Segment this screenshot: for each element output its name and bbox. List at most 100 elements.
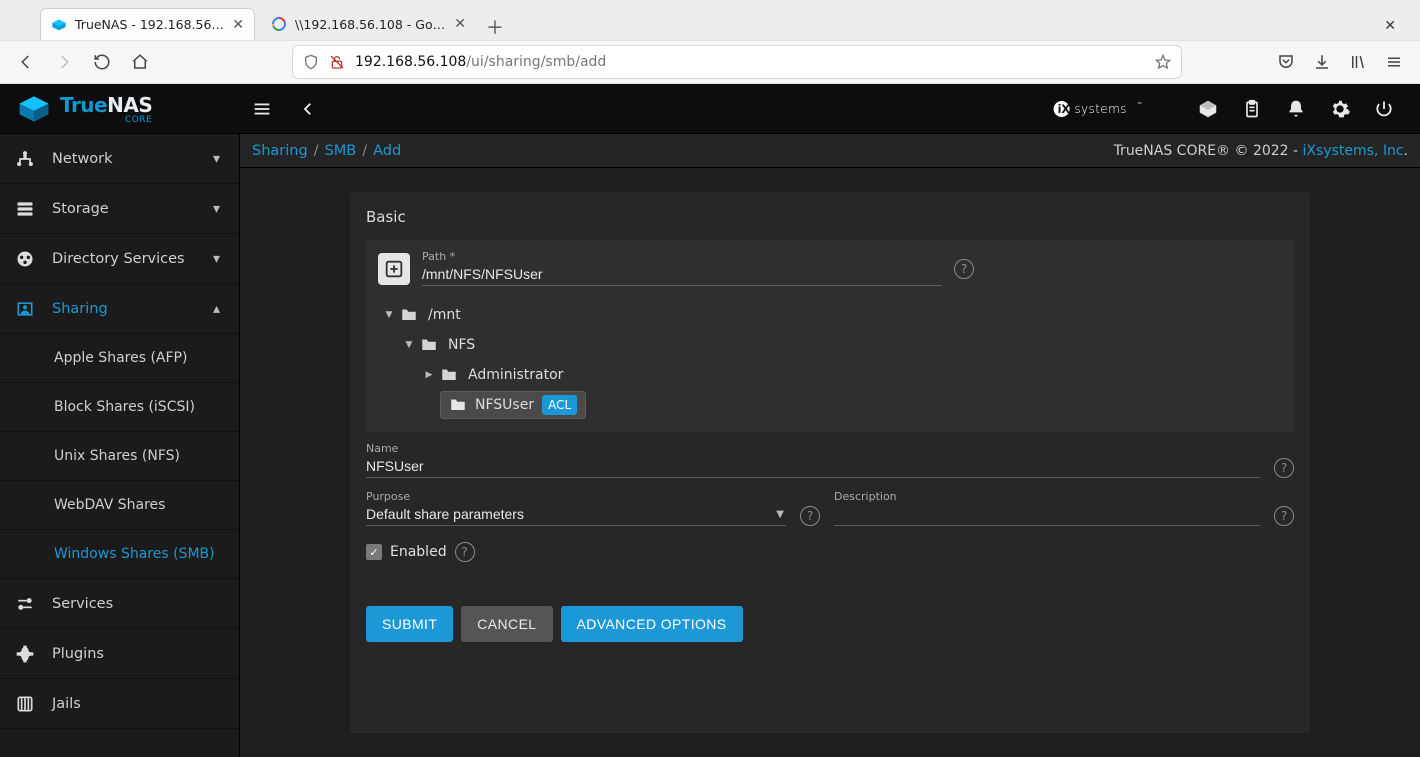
sidebar-item-label: Plugins xyxy=(52,646,225,662)
description-input[interactable] xyxy=(834,492,1260,526)
path-tree: ▼ /mnt ▼ NFS ▶ xyxy=(378,300,1282,420)
sidebar-item-label: Windows Shares (SMB) xyxy=(54,546,215,562)
sidebar-item-label: Apple Shares (AFP) xyxy=(54,350,187,366)
browser-tab-active[interactable]: TrueNAS - 192.168.56.108 ✕ xyxy=(40,8,255,40)
power-icon[interactable] xyxy=(1362,87,1406,131)
sidebar-item-label: Network xyxy=(52,151,213,167)
home-button[interactable] xyxy=(124,46,156,78)
jails-icon xyxy=(14,693,36,715)
tree-arrow-right-icon[interactable]: ▶ xyxy=(424,370,434,380)
tree-label: /mnt xyxy=(428,307,461,323)
chevron-down-icon: ▾ xyxy=(213,201,225,217)
network-icon xyxy=(14,148,36,170)
sidebar-item-label: Sharing xyxy=(52,301,213,317)
sidebar-item-services[interactable]: Services xyxy=(0,579,239,629)
sidebar-item-label: Block Shares (iSCSI) xyxy=(54,399,195,415)
tree-node-selected[interactable]: NFSUser ACL xyxy=(424,390,1282,420)
browser-tab[interactable]: \\192.168.56.108 - Google ✕ xyxy=(261,8,476,40)
dirsvc-icon xyxy=(14,248,36,270)
purpose-select[interactable] xyxy=(366,492,786,526)
notifications-bell-icon[interactable] xyxy=(1274,87,1318,131)
content-area: Sharing / SMB / Add TrueNAS CORE® © 2022… xyxy=(240,134,1420,757)
help-icon[interactable]: ? xyxy=(800,506,820,526)
name-input[interactable] xyxy=(366,444,1260,478)
tab-close-icon[interactable]: ✕ xyxy=(454,17,466,31)
tree-arrow-down-icon[interactable]: ▼ xyxy=(384,310,394,320)
tree-node[interactable]: ▼ NFS xyxy=(404,330,1282,360)
url-bar[interactable]: 192.168.56.108/ui/sharing/smb/add xyxy=(292,45,1182,79)
cancel-button[interactable]: CANCEL xyxy=(461,606,552,642)
tree-label: NFS xyxy=(448,337,475,353)
breadcrumb-link[interactable]: SMB xyxy=(325,143,357,159)
path-input[interactable] xyxy=(422,252,942,286)
help-icon[interactable]: ? xyxy=(1274,458,1294,478)
tree-arrow-down-icon[interactable]: ▼ xyxy=(404,340,414,350)
tracking-protection-icon[interactable] xyxy=(303,54,319,70)
sidebar-item-jails[interactable]: Jails xyxy=(0,679,239,729)
truenas-mark-icon xyxy=(16,91,52,127)
breadcrumb-sep: / xyxy=(362,143,367,159)
help-icon[interactable]: ? xyxy=(1274,506,1294,526)
section-title: Basic xyxy=(366,208,1294,226)
sidebar-item-smb[interactable]: Windows Shares (SMB) xyxy=(0,530,239,579)
insecure-lock-icon[interactable] xyxy=(329,54,345,70)
settings-gear-icon[interactable] xyxy=(1318,87,1362,131)
sharing-icon xyxy=(14,298,36,320)
form-card: Basic Path * ? xyxy=(350,192,1310,733)
tree-node[interactable]: ▶ Administrator xyxy=(424,360,1282,390)
google-favicon xyxy=(271,16,287,32)
truecommand-icon[interactable] xyxy=(1186,87,1230,131)
plugins-icon xyxy=(14,643,36,665)
collapse-sidebar-icon[interactable] xyxy=(286,87,330,131)
hamburger-menu-icon[interactable] xyxy=(240,87,284,131)
folder-icon xyxy=(440,366,460,384)
clipboard-icon[interactable] xyxy=(1230,87,1274,131)
app-logo[interactable]: TrueNAS CORE xyxy=(14,84,240,133)
app-logo-text: TrueNAS xyxy=(60,93,152,117)
submit-button[interactable]: SUBMIT xyxy=(366,606,453,642)
advanced-options-button[interactable]: ADVANCED OPTIONS xyxy=(561,606,743,642)
sidebar-item-label: Unix Shares (NFS) xyxy=(54,448,180,464)
breadcrumb-link[interactable]: Add xyxy=(373,143,401,159)
downloads-icon[interactable] xyxy=(1306,46,1338,78)
acl-badge: ACL xyxy=(542,395,577,415)
tab-title: TrueNAS - 192.168.56.108 xyxy=(75,17,226,32)
tree-node[interactable]: ▼ /mnt xyxy=(384,300,1282,330)
back-button[interactable] xyxy=(10,46,42,78)
sidebar-item-afp[interactable]: Apple Shares (AFP) xyxy=(0,334,239,383)
app-menu-icon[interactable] xyxy=(1378,46,1410,78)
sidebar-item-directory-services[interactable]: Directory Services ▾ xyxy=(0,234,239,284)
url-text: 192.168.56.108/ui/sharing/smb/add xyxy=(355,54,1145,70)
help-icon[interactable]: ? xyxy=(954,259,974,279)
help-icon[interactable]: ? xyxy=(455,542,475,562)
window-close-icon[interactable]: ✕ xyxy=(1376,12,1404,40)
svg-text:™: ™ xyxy=(1137,101,1143,108)
sidebar-item-iscsi[interactable]: Block Shares (iSCSI) xyxy=(0,383,239,432)
sidebar-item-webdav[interactable]: WebDAV Shares xyxy=(0,481,239,530)
field-label: Name xyxy=(366,442,398,455)
pocket-icon[interactable] xyxy=(1270,46,1302,78)
truenas-app: TrueNAS CORE iX systems ™ xyxy=(0,84,1420,757)
storage-icon xyxy=(14,198,36,220)
enabled-checkbox[interactable]: ✓ xyxy=(366,544,382,560)
sidebar-item-plugins[interactable]: Plugins xyxy=(0,629,239,679)
new-tab-button[interactable]: ＋ xyxy=(482,14,508,40)
sidebar-item-storage[interactable]: Storage ▾ xyxy=(0,184,239,234)
ixsystems-logo[interactable]: iX systems ™ xyxy=(1052,99,1172,119)
path-section: Path * ? ▼ /mnt ▼ xyxy=(366,240,1294,432)
browser-tabstrip: TrueNAS - 192.168.56.108 ✕ \\192.168.56.… xyxy=(0,0,1420,40)
library-icon[interactable] xyxy=(1342,46,1374,78)
enabled-label: Enabled xyxy=(390,544,447,560)
sidebar-item-nfs[interactable]: Unix Shares (NFS) xyxy=(0,432,239,481)
app-topbar: TrueNAS CORE iX systems ™ xyxy=(0,84,1420,134)
sidebar-item-sharing[interactable]: Sharing ▴ xyxy=(0,284,239,334)
reload-button[interactable] xyxy=(86,46,118,78)
tab-close-icon[interactable]: ✕ xyxy=(232,18,244,32)
chevron-up-icon: ▴ xyxy=(213,301,225,317)
breadcrumb-link[interactable]: Sharing xyxy=(252,143,308,159)
sidebar-item-network[interactable]: Network ▾ xyxy=(0,134,239,184)
create-dataset-button[interactable] xyxy=(378,253,410,285)
forward-button[interactable] xyxy=(48,46,80,78)
ix-link[interactable]: iXsystems, Inc xyxy=(1303,143,1404,159)
bookmark-star-icon[interactable] xyxy=(1155,54,1171,70)
